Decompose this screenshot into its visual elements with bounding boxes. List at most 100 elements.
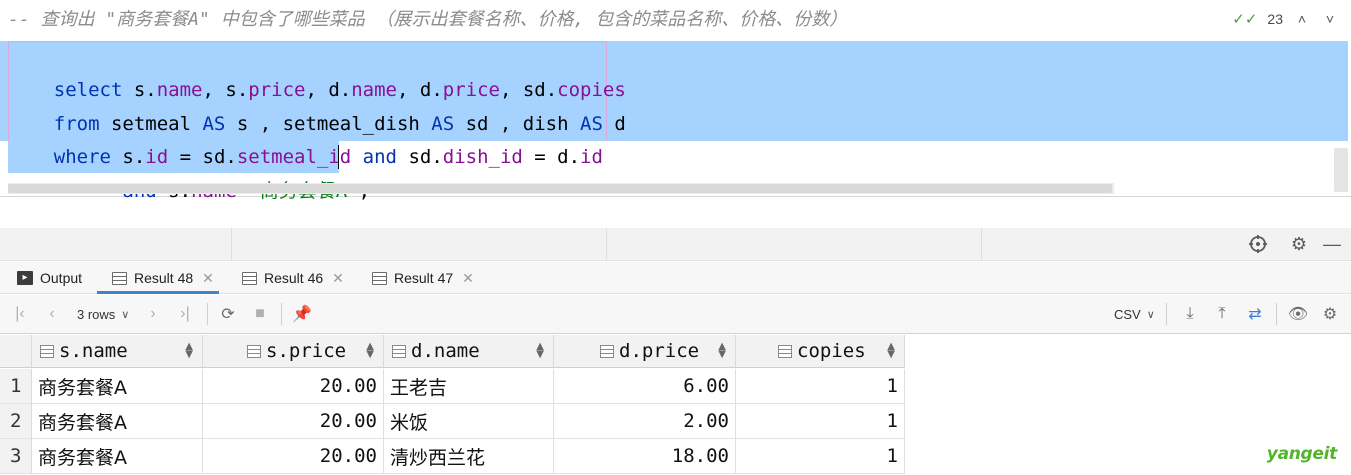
chevron-down-icon: ∨ bbox=[121, 308, 130, 321]
close-icon[interactable]: ✕ bbox=[462, 270, 474, 287]
column-icon bbox=[247, 344, 261, 358]
minimize-icon[interactable]: — bbox=[1320, 232, 1344, 256]
refresh-icon[interactable]: ⟳ bbox=[216, 301, 240, 327]
close-icon[interactable]: ✕ bbox=[202, 270, 214, 287]
vertical-scrollbar-thumb[interactable] bbox=[1334, 148, 1348, 192]
tab-label: Output bbox=[40, 270, 83, 286]
table-cell[interactable]: 清炒西兰花 bbox=[384, 439, 554, 474]
field-token: id bbox=[580, 146, 603, 168]
close-icon[interactable]: ✕ bbox=[332, 270, 344, 287]
compare-icon[interactable]: ⇄ bbox=[1243, 301, 1267, 327]
column-header-s-name[interactable]: s.name ▲ ▼ bbox=[32, 335, 203, 368]
table-cell[interactable]: 2.00 bbox=[554, 404, 736, 439]
watermark-logo: yangeit bbox=[1266, 444, 1338, 464]
export-format-dropdown[interactable]: CSV ∨ bbox=[1114, 301, 1155, 327]
active-tab-indicator bbox=[97, 291, 219, 294]
row-number[interactable]: 3 bbox=[0, 439, 32, 474]
next-page-icon[interactable]: › bbox=[141, 301, 165, 327]
table-cell[interactable]: 6.00 bbox=[554, 369, 736, 404]
code-line-3[interactable]: where s.id = sd.setmeal_id and sd.dish_i… bbox=[8, 109, 603, 168]
code-token: sd. bbox=[397, 146, 443, 168]
table-icon bbox=[112, 271, 127, 285]
toolbar-separator bbox=[281, 303, 282, 325]
tab-label: Result 48 bbox=[134, 270, 194, 286]
toolbar-separator bbox=[1276, 303, 1277, 325]
chevron-down-icon: ∨ bbox=[1146, 308, 1155, 321]
inspection-widget[interactable]: ✓✓ 23 ˄ ˅ bbox=[1232, 6, 1351, 32]
column-title: s.price bbox=[266, 340, 347, 362]
eye-icon[interactable]: 👁 bbox=[1286, 301, 1310, 327]
sql-editor[interactable]: -- 查询出 "商务套餐A" 中包含了哪些菜品 （展示出套餐名称、价格, 包含的… bbox=[0, 0, 1351, 202]
table-icon bbox=[372, 271, 387, 285]
table-cell[interactable]: 20.00 bbox=[203, 439, 384, 474]
output-icon: ▸ bbox=[17, 271, 33, 285]
previous-page-icon[interactable]: ‹ bbox=[40, 301, 64, 327]
field-token: dish_id bbox=[442, 146, 523, 168]
sort-icon[interactable]: ▲ ▼ bbox=[887, 342, 895, 360]
export-format-label: CSV bbox=[1114, 306, 1141, 322]
row-number[interactable]: 1 bbox=[0, 369, 32, 404]
tab-result-47[interactable]: Result 47 ✕ bbox=[372, 262, 474, 294]
code-token: = d. bbox=[522, 146, 581, 168]
strip-divider bbox=[231, 228, 232, 261]
rows-count-label: 3 rows bbox=[77, 306, 116, 322]
gear-icon[interactable]: ⚙ bbox=[1318, 301, 1342, 327]
rows-count-dropdown[interactable]: 3 rows ∨ bbox=[77, 301, 129, 327]
table-cell[interactable]: 20.00 bbox=[203, 404, 384, 439]
sort-icon[interactable]: ▲ ▼ bbox=[366, 342, 374, 360]
column-icon bbox=[600, 344, 614, 358]
table-cell[interactable]: 18.00 bbox=[554, 439, 736, 474]
row-number-header bbox=[0, 335, 32, 368]
inspection-count: 23 bbox=[1267, 11, 1283, 27]
sort-icon[interactable]: ▲ ▼ bbox=[718, 342, 726, 360]
toolbar-separator bbox=[207, 303, 208, 325]
sort-icon[interactable]: ▲ ▼ bbox=[536, 342, 544, 360]
column-header-d-price[interactable]: d.price ▲ ▼ bbox=[554, 335, 736, 368]
table-cell[interactable]: 20.00 bbox=[203, 369, 384, 404]
code-line-2[interactable]: from setmeal AS s , setmeal_dish AS sd ,… bbox=[8, 76, 626, 135]
crosshair-icon[interactable] bbox=[1246, 232, 1270, 256]
strip-divider bbox=[981, 228, 982, 261]
tab-result-48[interactable]: Result 48 ✕ bbox=[112, 262, 214, 294]
table-cell[interactable]: 米饭 bbox=[384, 404, 554, 439]
table-cell[interactable]: 商务套餐A bbox=[32, 369, 203, 404]
tab-output[interactable]: ▸ Output bbox=[17, 262, 82, 294]
tab-label: Result 47 bbox=[394, 270, 454, 286]
table-icon bbox=[242, 271, 257, 285]
tab-result-46[interactable]: Result 46 ✕ bbox=[242, 262, 344, 294]
upload-icon[interactable]: ⤒ bbox=[1210, 301, 1234, 327]
gear-icon[interactable]: ⚙ bbox=[1287, 232, 1311, 256]
table-cell[interactable]: 商务套餐A bbox=[32, 439, 203, 474]
column-title: s.name bbox=[59, 340, 128, 362]
strip-divider bbox=[606, 228, 607, 261]
code-token: d bbox=[602, 113, 626, 135]
download-icon[interactable]: ⤓ bbox=[1178, 301, 1202, 327]
horizontal-scrollbar-thumb[interactable] bbox=[8, 184, 1112, 193]
tab-label: Result 46 bbox=[264, 270, 324, 286]
last-page-icon[interactable]: ›| bbox=[173, 301, 197, 327]
row-number[interactable]: 2 bbox=[0, 404, 32, 439]
column-title: d.price bbox=[619, 340, 700, 362]
chevron-down-icon[interactable]: ˅ bbox=[1321, 11, 1339, 27]
sql-comment-line: -- 查询出 "商务套餐A" 中包含了哪些菜品 （展示出套餐名称、价格, 包含的… bbox=[8, 9, 848, 30]
services-header-strip bbox=[0, 228, 1351, 261]
stop-icon[interactable]: ■ bbox=[248, 301, 272, 327]
column-header-copies[interactable]: copies ▲ ▼ bbox=[736, 335, 905, 368]
pin-icon[interactable]: 📌 bbox=[290, 301, 314, 327]
sort-icon[interactable]: ▲ ▼ bbox=[185, 342, 193, 360]
toolbar-separator bbox=[1166, 303, 1167, 325]
table-cell[interactable]: 王老吉 bbox=[384, 369, 554, 404]
column-icon bbox=[778, 344, 792, 358]
chevron-up-icon[interactable]: ˄ bbox=[1293, 11, 1311, 27]
table-cell[interactable]: 1 bbox=[736, 439, 905, 474]
column-header-d-name[interactable]: d.name ▲ ▼ bbox=[384, 335, 554, 368]
table-cell[interactable]: 商务套餐A bbox=[32, 404, 203, 439]
column-header-s-price[interactable]: s.price ▲ ▼ bbox=[203, 335, 384, 368]
first-page-icon[interactable]: |‹ bbox=[8, 301, 32, 327]
table-cell[interactable]: 1 bbox=[736, 404, 905, 439]
double-check-icon: ✓✓ bbox=[1232, 11, 1258, 28]
table-cell[interactable]: 1 bbox=[736, 369, 905, 404]
code-line-1[interactable]: select s.name, s.price, d.name, d.price,… bbox=[8, 42, 626, 101]
column-icon bbox=[392, 344, 406, 358]
code-line-4[interactable]: and s.name='商务套餐A'; bbox=[8, 143, 370, 202]
